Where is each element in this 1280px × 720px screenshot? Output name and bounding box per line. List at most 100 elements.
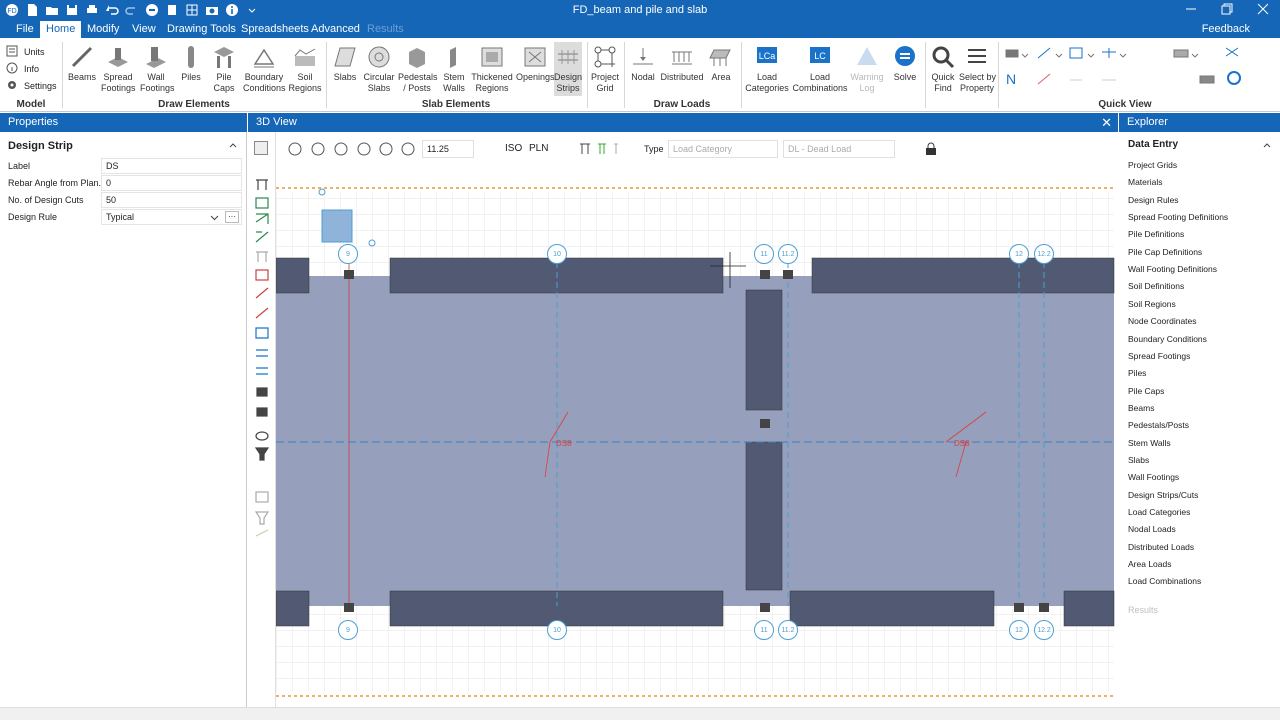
- feedback-link[interactable]: Feedback: [1202, 23, 1250, 35]
- stem-walls-button[interactable]: Stem Walls: [440, 42, 468, 93]
- grid-label[interactable]: 11: [754, 244, 774, 264]
- beam-filter-icon[interactable]: [578, 142, 620, 159]
- explorer-item[interactable]: Boundary Conditions: [1128, 334, 1207, 344]
- explorer-item[interactable]: Project Grids: [1128, 160, 1177, 170]
- project-grid-button[interactable]: Project Grid: [590, 42, 620, 93]
- explorer-item[interactable]: Materials: [1128, 177, 1162, 187]
- close-view-icon[interactable]: ✕: [1101, 115, 1112, 131]
- explorer-item[interactable]: Stem Walls: [1128, 438, 1171, 448]
- rotate-view-icons[interactable]: [286, 140, 416, 158]
- explorer-item[interactable]: Design Rules: [1128, 195, 1179, 205]
- menu-home[interactable]: Home: [40, 21, 82, 38]
- grid-label[interactable]: 11.2: [778, 244, 798, 264]
- design-rule-select[interactable]: Typical ···: [101, 209, 242, 225]
- explorer-item[interactable]: Load Combinations: [1128, 576, 1201, 586]
- load-categories-button[interactable]: LCa Load Categories: [745, 42, 789, 93]
- circular-slabs-button[interactable]: Circular Slabs: [363, 42, 395, 93]
- explorer-item[interactable]: Wall Footing Definitions: [1128, 264, 1217, 274]
- info-button[interactable]: Info: [6, 62, 39, 76]
- thickened-regions-button[interactable]: Thickened Regions: [471, 42, 513, 93]
- svg-text:LCa: LCa: [759, 51, 776, 61]
- grid-label[interactable]: 12.2: [1034, 244, 1054, 264]
- design-cuts-field[interactable]: 50: [101, 192, 242, 208]
- view-toolbar: 11.25 ISO PLN Type Load Category DL - De…: [248, 132, 1118, 166]
- explorer-item[interactable]: Spread Footing Definitions: [1128, 212, 1228, 222]
- grid-label[interactable]: 9: [338, 620, 358, 640]
- explorer-item[interactable]: Slabs: [1128, 455, 1149, 465]
- lock-icon[interactable]: [924, 142, 938, 159]
- explorer-item[interactable]: Pile Definitions: [1128, 229, 1184, 239]
- explorer-item[interactable]: Load Categories: [1128, 507, 1190, 517]
- piles-button[interactable]: Piles: [178, 42, 204, 83]
- more-options-button[interactable]: ···: [225, 211, 239, 223]
- design-strips-button[interactable]: Design Strips: [554, 42, 582, 96]
- menu-drawing-tools[interactable]: Drawing Tools: [167, 23, 236, 35]
- minimize-icon[interactable]: [1184, 2, 1198, 16]
- explorer-item[interactable]: Distributed Loads: [1128, 542, 1194, 552]
- settings-button[interactable]: Settings: [6, 79, 57, 93]
- grid-label[interactable]: 12: [1009, 620, 1029, 640]
- menu-advanced[interactable]: Advanced: [311, 23, 360, 35]
- boundary-conditions-button[interactable]: Boundary Conditions: [243, 42, 286, 93]
- grid-label[interactable]: 11: [754, 620, 774, 640]
- distributed-load-button[interactable]: Distributed: [660, 42, 704, 83]
- spread-footings-button[interactable]: Spread Footings: [101, 42, 136, 93]
- pile-icon: [178, 42, 204, 72]
- explorer-item[interactable]: Design Strips/Cuts: [1128, 490, 1198, 500]
- explorer-item[interactable]: Nodal Loads: [1128, 524, 1176, 534]
- distributed-load-icon: [660, 42, 704, 72]
- menu-view[interactable]: View: [132, 23, 156, 35]
- label-field[interactable]: DS: [101, 158, 242, 174]
- rebar-angle-field[interactable]: 0: [101, 175, 242, 191]
- select-by-property-button[interactable]: Select by Property: [959, 42, 996, 93]
- load-category-select[interactable]: Load Category: [668, 140, 778, 158]
- openings-button[interactable]: Openings: [516, 42, 555, 83]
- grid-label[interactable]: 10: [547, 244, 567, 264]
- svg-text:DS8: DS8: [954, 439, 970, 448]
- explorer-item[interactable]: Area Loads: [1128, 559, 1171, 569]
- drawing-tool-icons[interactable]: [248, 172, 276, 612]
- menu-spreadsheets[interactable]: Spreadsheets: [241, 23, 309, 35]
- zoom-input[interactable]: 11.25: [422, 140, 474, 158]
- pile-caps-button[interactable]: Pile Caps: [209, 42, 239, 93]
- quick-find-button[interactable]: Quick Find: [928, 42, 958, 93]
- beams-button[interactable]: Beams: [66, 42, 98, 83]
- collapse-chevron-icon[interactable]: [228, 140, 238, 153]
- solve-button[interactable]: Solve: [889, 42, 921, 83]
- units-button[interactable]: Units: [6, 45, 45, 59]
- restore-icon[interactable]: [1220, 2, 1234, 16]
- nodal-load-button[interactable]: Nodal: [628, 42, 658, 83]
- explorer-item[interactable]: Piles: [1128, 368, 1146, 378]
- model-canvas[interactable]: DS8 DS8: [276, 166, 1118, 707]
- soil-regions-button[interactable]: Soil Regions: [288, 42, 322, 93]
- collapse-chevron-icon[interactable]: [1262, 140, 1272, 153]
- beam: [276, 590, 310, 627]
- grid-label[interactable]: 12: [1009, 244, 1029, 264]
- explorer-item[interactable]: Spread Footings: [1128, 351, 1190, 361]
- slabs-button[interactable]: Slabs: [330, 42, 360, 83]
- properties-header: Properties: [0, 113, 247, 132]
- grid-label[interactable]: 11.2: [778, 620, 798, 640]
- explorer-item[interactable]: Wall Footings: [1128, 472, 1179, 482]
- iso-button[interactable]: ISO: [505, 143, 522, 154]
- pedestals-posts-button[interactable]: Pedestals / Posts: [398, 42, 438, 93]
- grid-label[interactable]: 10: [547, 620, 567, 640]
- plan-button[interactable]: PLN: [529, 143, 548, 154]
- explorer-item[interactable]: Pedestals/Posts: [1128, 420, 1189, 430]
- grid-label[interactable]: 12.2: [1034, 620, 1054, 640]
- explorer-item[interactable]: Node Coordinates: [1128, 316, 1197, 326]
- menu-modify[interactable]: Modify: [87, 23, 119, 35]
- explorer-item[interactable]: Soil Definitions: [1128, 281, 1184, 291]
- close-icon[interactable]: [1256, 2, 1270, 16]
- explorer-item[interactable]: Pile Caps: [1128, 386, 1164, 396]
- grid-label[interactable]: 9: [338, 244, 358, 264]
- explorer-item[interactable]: Beams: [1128, 403, 1154, 413]
- load-case-select[interactable]: DL - Dead Load: [783, 140, 895, 158]
- area-load-button[interactable]: Area: [706, 42, 736, 83]
- explorer-item[interactable]: Pile Cap Definitions: [1128, 247, 1202, 257]
- explorer-item[interactable]: Soil Regions: [1128, 299, 1176, 309]
- menu-file[interactable]: File: [16, 23, 34, 35]
- load-combinations-button[interactable]: LC Load Combinations: [792, 42, 848, 93]
- wall-footings-button[interactable]: Wall Footings: [140, 42, 175, 93]
- select-property-icon: [959, 42, 995, 72]
